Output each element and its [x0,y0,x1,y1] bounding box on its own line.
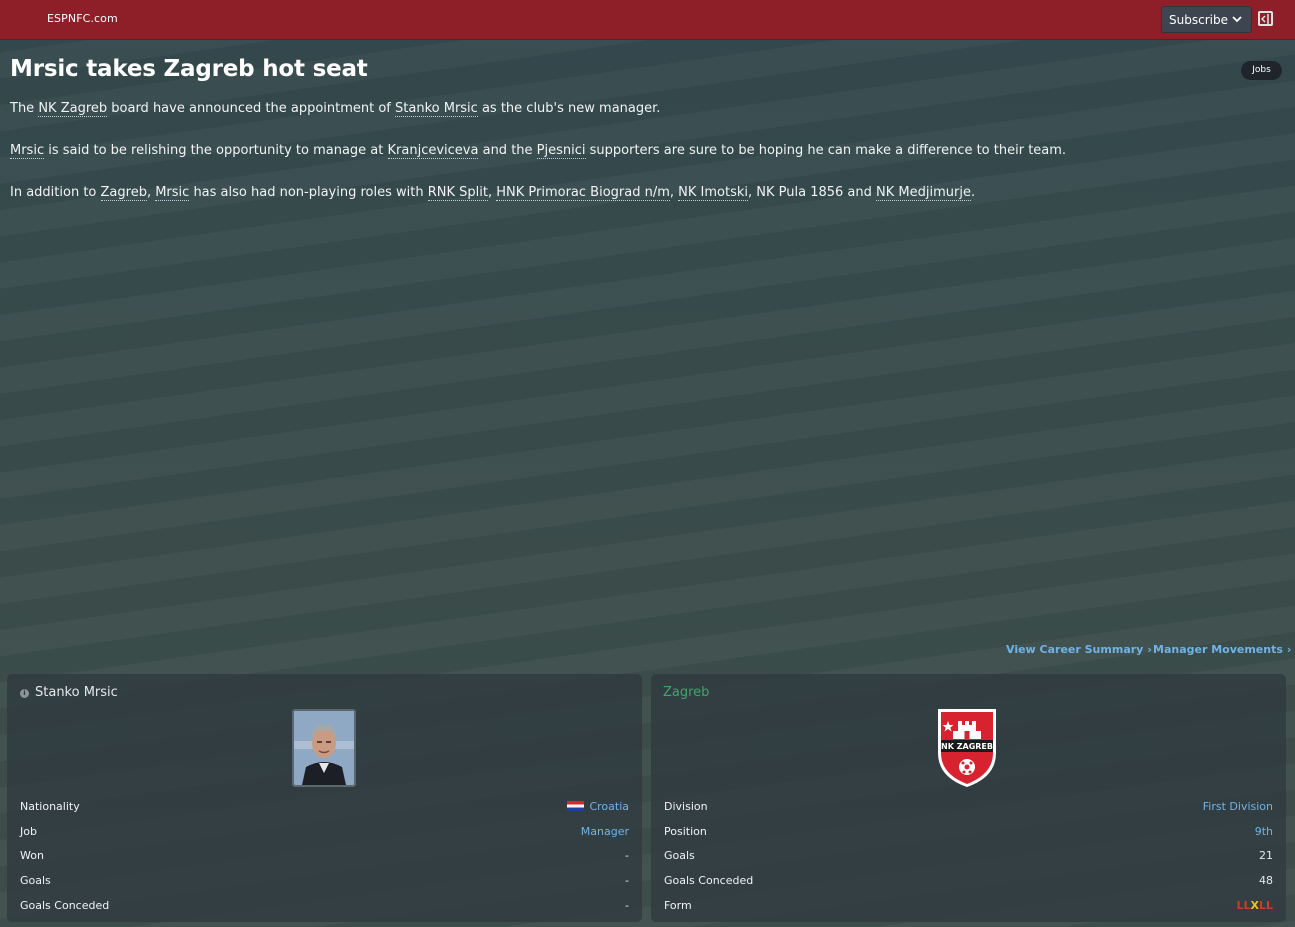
club-link[interactable]: NK Imotski [678,185,748,201]
manager-name: Stanko Mrsic [35,685,118,700]
club-link[interactable]: RNK Split [427,185,488,201]
subscribe-label: Subscribe [1169,13,1228,27]
club-goals-value: 21 [1259,849,1273,862]
article-paragraph-1: The NK Zagreb board have announced the a… [10,101,661,117]
nationality-row: Nationality Croatia [20,800,629,813]
collapse-panel-icon[interactable] [1258,11,1273,26]
club-goals-row: Goals 21 [664,849,1273,862]
source-brand: ESPNFC.com [47,12,118,25]
club-goals-conceded-value: 48 [1259,874,1273,887]
manager-photo [292,709,356,787]
position-value[interactable]: 9th [1255,825,1273,838]
club-goals-conceded-row: Goals Conceded 48 [664,874,1273,887]
category-badge[interactable]: Jobs [1241,61,1282,80]
form-result: L [1258,899,1266,912]
club-panel: Zagreb NK ZAGREB Division First Division… [651,674,1286,922]
form-result: L [1265,899,1273,912]
club-link[interactable]: Zagreb [100,185,147,201]
position-row: Position 9th [664,825,1273,838]
form-result: X [1250,899,1259,912]
croatia-flag-icon [567,801,585,811]
form-indicator: LLXLL [1236,899,1273,912]
article-paragraph-3: In addition to Zagreb, Mrsic has also ha… [10,185,976,201]
goals-value: - [625,874,629,887]
article-paragraph-2: Mrsic is said to be relishing the opport… [10,143,1067,159]
club-name[interactable]: Zagreb [663,685,709,700]
view-career-summary-link[interactable]: View Career Summary › [1006,643,1152,656]
won-value: - [625,849,629,862]
club-crest-icon: NK ZAGREB [938,709,996,787]
goals-conceded-value: - [625,899,629,912]
manager-link[interactable]: Mrsic [155,185,190,201]
info-icon: i [20,689,29,698]
supporters-link[interactable]: Pjesnici [536,143,586,159]
goals-conceded-row: Goals Conceded - [20,899,629,912]
manager-movements-link[interactable]: Manager Movements › [1153,643,1291,656]
manager-panel: i Stanko Mrsic Nationality Croatia Job Ma… [7,674,642,922]
subscribe-dropdown[interactable]: Subscribe [1161,6,1252,33]
club-link[interactable]: HNK Primorac Biograd n/m [496,185,670,201]
goals-row: Goals - [20,874,629,887]
nationality-link[interactable]: Croatia [567,800,629,813]
job-value[interactable]: Manager [581,825,629,838]
won-row: Won - [20,849,629,862]
article-headline: Mrsic takes Zagreb hot seat [10,56,368,82]
club-link[interactable]: NK Zagreb [38,101,108,117]
manager-portrait-icon [294,711,354,785]
club-link[interactable]: NK Medjimurje [876,185,971,201]
manager-link[interactable]: Mrsic [10,143,45,159]
chevron-right-icon: › [1286,643,1292,656]
chevron-down-icon [1232,16,1242,23]
manager-panel-title[interactable]: i Stanko Mrsic [20,685,118,700]
chevron-right-icon: › [1147,643,1152,656]
manager-link[interactable]: Stanko Mrsic [395,101,478,117]
job-row: Job Manager [20,825,629,838]
form-row: Form LLXLL [664,899,1273,912]
top-bar: ESPNFC.com Subscribe [0,0,1295,40]
division-row: Division First Division [664,800,1273,813]
crest-text: NK ZAGREB [941,742,993,751]
division-link[interactable]: First Division [1203,800,1273,813]
stadium-link[interactable]: Kranjceviceva [387,143,479,159]
